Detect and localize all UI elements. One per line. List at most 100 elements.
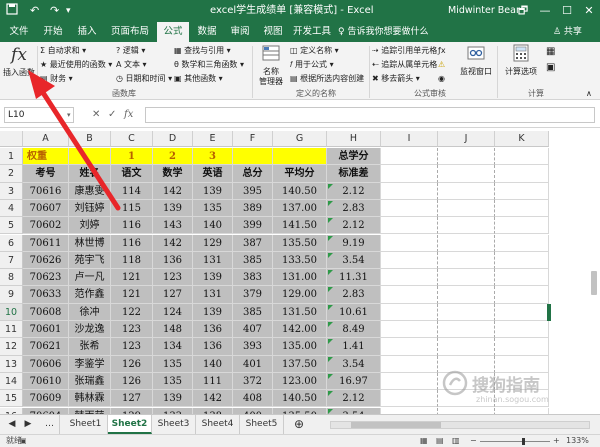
cell-h3[interactable]: 2.12 xyxy=(327,182,381,200)
collapse-ribbon-icon[interactable]: ∧ xyxy=(586,88,592,100)
cell-d14[interactable]: 135 xyxy=(153,372,193,391)
zoom-out-button[interactable]: − xyxy=(470,435,477,447)
recently-used-button[interactable]: ★ 最近使用的函数 ▾ xyxy=(40,59,112,71)
use-in-formula-button[interactable]: 𝑓 用于公式 ▾ xyxy=(290,59,334,71)
cell-d5[interactable]: 143 xyxy=(153,217,193,235)
row-header-10[interactable]: 10 xyxy=(0,303,23,321)
cell-f8[interactable]: 383 xyxy=(233,269,273,287)
share-button[interactable]: ♙ 共享 xyxy=(553,22,582,42)
cell-j2[interactable] xyxy=(438,165,495,183)
cell-a10[interactable]: 70608 xyxy=(23,303,69,321)
cell-a12[interactable]: 70621 xyxy=(23,338,69,356)
cell-e10[interactable]: 139 xyxy=(193,303,233,321)
column-header-g[interactable]: G xyxy=(273,131,327,147)
column-header-c[interactable]: C xyxy=(111,131,153,147)
row-header-9[interactable]: 9 xyxy=(0,286,23,304)
cell-j5[interactable] xyxy=(438,217,495,235)
name-box[interactable]: L10 xyxy=(4,107,74,123)
column-header-a[interactable]: A xyxy=(23,131,69,147)
cell-h6[interactable]: 9.19 xyxy=(327,234,381,252)
cell-f9[interactable]: 379 xyxy=(233,286,273,304)
new-sheet-icon[interactable]: ⊕ xyxy=(290,415,308,434)
error-indicator-icon[interactable] xyxy=(328,322,333,327)
cell-i9[interactable] xyxy=(381,286,438,304)
cell-k14[interactable] xyxy=(495,372,549,391)
cell-b4[interactable]: 刘钰婷 xyxy=(69,199,111,218)
error-indicator-icon[interactable] xyxy=(328,200,333,206)
error-indicator-icon[interactable] xyxy=(328,235,333,241)
close-button[interactable]: ✕ xyxy=(578,2,600,20)
column-header-j[interactable]: J xyxy=(438,131,495,147)
cell-e12[interactable]: 136 xyxy=(193,338,233,356)
cell-k3[interactable] xyxy=(495,182,549,200)
sheet-tab-sheet4[interactable]: Sheet4 xyxy=(196,415,240,434)
cell-k10[interactable] xyxy=(495,303,549,321)
error-indicator-icon[interactable] xyxy=(328,270,333,276)
define-name-button[interactable]: ◫ 定义名称 ▾ xyxy=(290,45,339,57)
cell-d10[interactable]: 124 xyxy=(153,303,193,321)
cell-f14[interactable]: 372 xyxy=(233,372,273,391)
select-all-corner[interactable] xyxy=(0,131,23,147)
cell-b3[interactable]: 康惠雯 xyxy=(69,182,111,200)
cell-f7[interactable]: 385 xyxy=(233,251,273,270)
cell-c10[interactable]: 122 xyxy=(111,303,153,321)
macro-record-icon[interactable]: ▣ xyxy=(20,435,27,447)
vertical-scrollbar-thumb[interactable] xyxy=(591,271,597,295)
cell-g12[interactable]: 135.00 xyxy=(273,338,327,356)
cell-f11[interactable]: 407 xyxy=(233,321,273,339)
insert-function-icon[interactable]: fx xyxy=(124,107,133,123)
customize-quick-access-icon[interactable]: ▾ xyxy=(66,3,71,19)
tab-home[interactable]: 开始 xyxy=(38,22,68,42)
ribbon-display-options-icon[interactable]: 🗗 xyxy=(512,2,534,20)
cell-i10[interactable] xyxy=(381,303,438,321)
cell-k12[interactable] xyxy=(495,338,549,356)
cell-c3[interactable]: 114 xyxy=(111,182,153,200)
cell-b5[interactable]: 刘婷 xyxy=(69,217,111,235)
cell-h5[interactable]: 2.12 xyxy=(327,217,381,235)
cell-f13[interactable]: 401 xyxy=(233,355,273,373)
calculation-options-button[interactable]: 计算选项 xyxy=(502,44,540,77)
cell-k1[interactable] xyxy=(495,148,549,166)
horizontal-scrollbar[interactable] xyxy=(330,421,590,429)
tab-developer[interactable]: 开发工具 xyxy=(291,22,333,42)
cell-a9[interactable]: 70633 xyxy=(23,286,69,304)
cell-j4[interactable] xyxy=(438,199,495,218)
cell-a11[interactable]: 70601 xyxy=(23,321,69,339)
cell-d4[interactable]: 139 xyxy=(153,199,193,218)
row-header-7[interactable]: 7 xyxy=(0,251,23,270)
cell-k7[interactable] xyxy=(495,251,549,270)
cell-b2[interactable]: 姓名 xyxy=(69,165,111,183)
cell-a15[interactable]: 70609 xyxy=(23,390,69,408)
cell-g2[interactable]: 平均分 xyxy=(273,165,327,183)
cell-e2[interactable]: 英语 xyxy=(193,165,233,183)
cell-e8[interactable]: 139 xyxy=(193,269,233,287)
error-indicator-icon[interactable] xyxy=(328,391,333,397)
cell-g3[interactable]: 140.50 xyxy=(273,182,327,200)
cell-d8[interactable]: 123 xyxy=(153,269,193,287)
name-box-dropdown-icon[interactable]: ▾ xyxy=(67,107,71,123)
cell-a1[interactable]: 权重 xyxy=(23,148,69,166)
more-functions-button[interactable]: ▣ 其他函数 ▾ xyxy=(174,73,223,85)
cell-f6[interactable]: 387 xyxy=(233,234,273,252)
cell-f12[interactable]: 393 xyxy=(233,338,273,356)
trace-dependents-button[interactable]: ⇠ 追踪从属单元格 xyxy=(372,59,437,71)
cell-f5[interactable]: 399 xyxy=(233,217,273,235)
show-formulas-icon[interactable]: ƒx xyxy=(438,45,446,57)
autosum-button[interactable]: Σ 自动求和 ▾ xyxy=(40,45,86,57)
cell-j12[interactable] xyxy=(438,338,495,356)
cell-c6[interactable]: 116 xyxy=(111,234,153,252)
cell-k8[interactable] xyxy=(495,269,549,287)
error-indicator-icon[interactable] xyxy=(328,183,333,189)
cell-g8[interactable]: 131.00 xyxy=(273,269,327,287)
cell-i14[interactable] xyxy=(381,372,438,391)
cell-e3[interactable]: 139 xyxy=(193,182,233,200)
scroll-left-icon[interactable]: ◀ xyxy=(4,415,20,434)
cell-c1[interactable]: 1 xyxy=(111,148,153,166)
cell-c7[interactable]: 118 xyxy=(111,251,153,270)
page-break-view-icon[interactable]: ▥ xyxy=(452,435,460,447)
cell-g15[interactable]: 140.50 xyxy=(273,390,327,408)
create-from-selection-button[interactable]: ▤ 根据所选内容创建 xyxy=(290,73,364,85)
cell-a14[interactable]: 70610 xyxy=(23,372,69,391)
cell-f2[interactable]: 总分 xyxy=(233,165,273,183)
math-trig-button[interactable]: θ 数学和三角函数 ▾ xyxy=(174,59,244,71)
